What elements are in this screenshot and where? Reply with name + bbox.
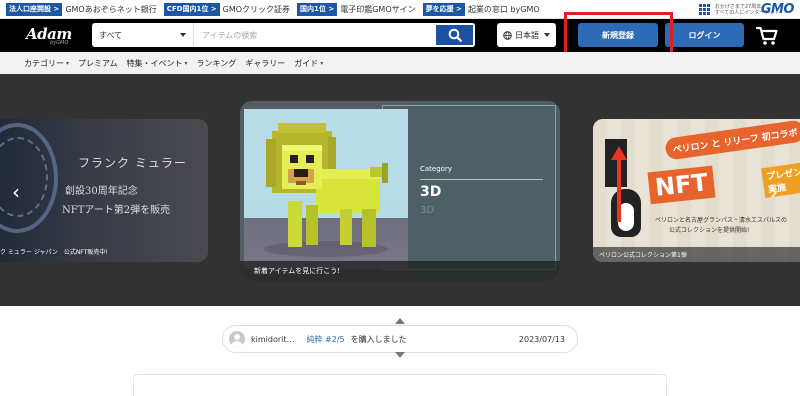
hero-carousel: フランク ミュラー 創設30周年記念 NFTアート第2弾を販売 ク ミュラー ジ… [0,74,800,306]
adam-logo-sub: byGMO [50,40,69,46]
service-badge: 国内1位 > [297,2,338,16]
nav-item-features[interactable]: 特集・イベント ▾ [126,58,187,69]
carousel-next-icon[interactable]: › [770,180,778,204]
search-button[interactable] [436,23,475,47]
cart-icon[interactable] [756,26,778,46]
content-section [133,374,667,396]
search-input[interactable] [194,23,436,47]
nav-item-category[interactable]: カテゴリー ▾ [24,58,69,69]
search-bar: すべて [92,23,475,47]
service-label: GMOクリック証券 [222,4,291,14]
card-nft-text: NFT [647,165,716,205]
nav-label: ガイド [294,58,319,68]
service-label: 電子印鑑GMOサイン [340,4,416,14]
gmo-brand[interactable]: おかげさまで27周年 すべての人にインターネット GMO [698,2,795,17]
card-caption: ペリロン公式コレクション第1弾 [593,247,800,262]
chevron-down-icon: ▾ [320,59,324,67]
carousel-card-franck-muller[interactable]: フランク ミュラー 創設30周年記念 NFTアート第2弾を販売 ク ミュラー ジ… [0,119,208,262]
card-description: ペリロンと名古屋グランパス・清水エスパルスの [655,217,788,224]
gmo-service-link-bank[interactable]: 法人口座開設 > GMOあおぞらネット銀行 [6,2,157,16]
ticker-action: を購入しました [350,334,407,344]
chevron-down-icon [544,33,550,37]
service-badge: CFD国内1位 > [163,2,220,16]
login-button[interactable]: ログイン [665,23,744,47]
category-label: Category [420,165,452,173]
gmo-services-bar: 法人口座開設 > GMOあおぞらネット銀行 CFD国内1位 > GMOクリック証… [0,0,800,19]
card-description: 公式コレクションを提供開始! [669,227,750,234]
signup-highlight-box [564,12,673,57]
nav-label: カテゴリー [24,58,64,68]
card-caption: ク ミュラー ジャパン 公式NFT販売中! [0,249,108,256]
search-category-select[interactable]: すべて [92,23,194,47]
nav-label: ギャラリー [245,58,286,68]
ticker-down-icon[interactable] [395,352,405,358]
service-label: 起業の窓口 byGMO [467,4,540,14]
site-header: Adam byGMO すべて 日本語 新規登録 ログイン [0,19,800,52]
ticker-date: 2023/07/13 [518,334,565,344]
card-caption: 新着アイテムを見に行こう! [240,261,560,281]
nav-item-guide[interactable]: ガイド ▾ [294,58,323,69]
activity-ticker: kimidorit… 純粋 #2/5 を購入しました 2023/07/13 [222,325,578,353]
tagline-line: おかげさまで27周年 [714,3,762,10]
gmo-service-link-sign[interactable]: 国内1位 > 電子印鑑GMOサイン [297,2,416,16]
card-title: フランク ミュラー [78,156,187,170]
gmo-logo: GMO [760,2,795,17]
voxel-lion-image [244,109,408,269]
nav-label: 特集・イベント [126,58,183,68]
nav-item-premium[interactable]: プレミアム [78,58,117,69]
divider [420,179,543,180]
avatar [229,331,245,347]
globe-icon [503,30,512,40]
category-nav: カテゴリー ▾ プレミアム 特集・イベント ▾ ランキング ギャラリー ガイド … [0,52,800,74]
gmo-tagline: おかげさまで27周年 すべての人にインターネット [714,3,780,16]
ticker-user[interactable]: kimidorit… [251,335,295,344]
search-category-value: すべて [99,30,123,40]
service-badge: 夢を応援 > [422,2,465,16]
card-subtitle: 創設30周年記念 [65,186,138,197]
tagline-line: すべての人にインターネット [714,9,780,16]
category-value: 3D [420,184,442,200]
chevron-down-icon: ▾ [66,59,70,67]
annotation-arrow-up-icon [611,146,627,222]
language-value: 日本語 [515,30,539,40]
card-subtitle: NFTアート第2弾を販売 [62,205,171,216]
chevron-down-icon [180,33,186,37]
nav-label: ランキング [196,58,237,68]
language-select[interactable]: 日本語 [497,23,556,47]
carousel-card-new-items[interactable]: Category 3D 3D 新着アイテムを見に行こう! [240,101,560,281]
grid-menu-icon [698,3,711,16]
search-icon [448,28,462,42]
ticker-up-icon[interactable] [395,318,405,324]
carousel-prev-icon[interactable]: ‹ [12,180,20,204]
gmo-service-link-click[interactable]: CFD国内1位 > GMOクリック証券 [163,2,291,16]
nav-item-gallery[interactable]: ギャラリー [245,58,285,69]
ticker-item-link[interactable]: 純粋 #2/5 [307,334,345,345]
category-ghost: 3D [420,205,435,216]
voxel-lion-illustration [264,123,388,257]
nav-item-ranking[interactable]: ランキング [196,58,236,69]
gmo-service-link-startup[interactable]: 夢を応援 > 起業の窓口 byGMO [422,2,540,16]
nav-label: プレミアム [78,58,118,68]
service-label: GMOあおぞらネット銀行 [65,4,157,14]
chevron-down-icon: ▾ [184,59,188,67]
panel-frame [382,105,556,270]
service-badge: 法人口座開設 > [6,2,63,16]
